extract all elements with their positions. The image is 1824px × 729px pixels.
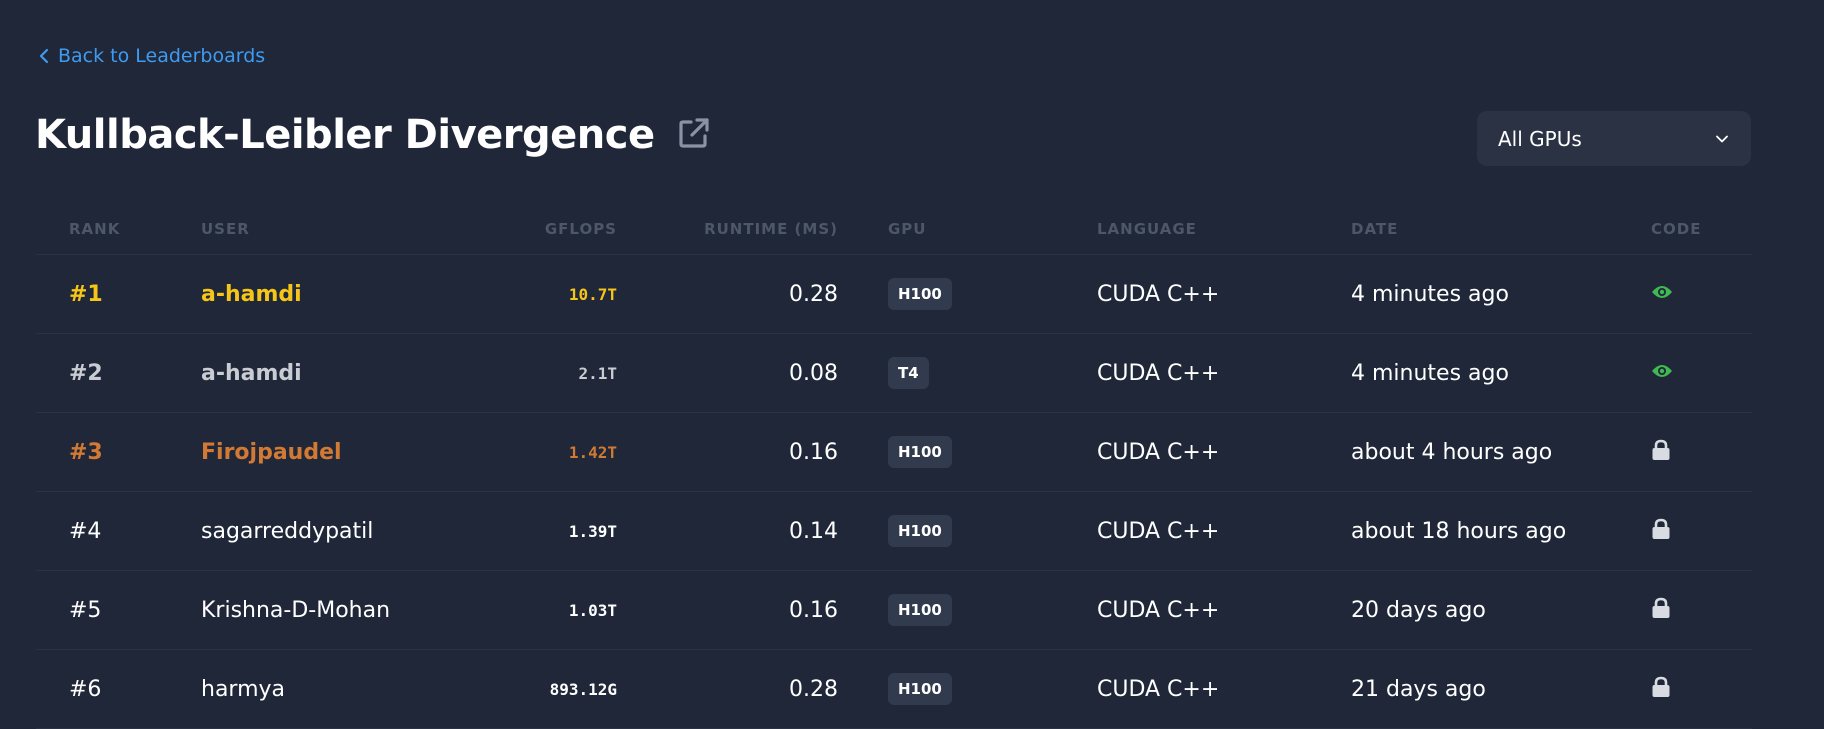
lock-icon [1651,597,1671,623]
gpu-filter-value: All GPUs [1498,126,1582,151]
leaderboard-table: RANK USER GFLOPS RUNTIME (MS) GPU LANGUA… [36,204,1752,729]
gpu-badge: H100 [888,515,952,547]
language-value: CUDA C++ [1097,281,1220,307]
user-link[interactable]: Firojpaudel [201,440,342,465]
gpu-badge: T4 [888,357,929,389]
gflops-value: 1.42T [568,442,617,462]
gflops-value: 10.7T [568,284,617,304]
rank-value: #5 [69,597,102,623]
gflops-value: 1.03T [568,600,617,620]
table-row[interactable]: #4 sagarreddypatil 1.39T 0.14 H100 CUDA … [36,492,1752,571]
chevron-down-icon [1715,134,1729,144]
table-row[interactable]: #2 a-hamdi 2.1T 0.08 T4 CUDA C++ 4 minut… [36,334,1752,413]
rank-value: #2 [69,360,103,386]
user-link[interactable]: harmya [201,677,285,702]
column-header-rank[interactable]: RANK [69,204,120,254]
date-value: 21 days ago [1351,676,1486,702]
gpu-filter-select[interactable]: All GPUs [1477,111,1751,166]
runtime-value: 0.16 [789,597,838,623]
column-header-gflops[interactable]: GFLOPS [545,204,617,254]
column-header-date[interactable]: DATE [1351,204,1398,254]
lock-icon [1651,439,1671,465]
gflops-value: 2.1T [578,363,617,383]
table-row[interactable]: #1 a-hamdi 10.7T 0.28 H100 CUDA C++ 4 mi… [36,255,1752,334]
column-header-runtime[interactable]: RUNTIME (MS) [704,204,838,254]
back-link-label: Back to Leaderboards [58,45,266,67]
language-value: CUDA C++ [1097,597,1220,623]
gflops-value: 893.12G [549,679,617,699]
user-link[interactable]: a-hamdi [201,361,302,386]
user-link[interactable]: sagarreddypatil [201,519,373,544]
leaderboard-page: Back to Leaderboards Kullback-Leibler Di… [0,0,1824,729]
rank-value: #6 [69,676,102,702]
language-value: CUDA C++ [1097,439,1220,465]
date-value: about 18 hours ago [1351,518,1567,544]
rank-value: #1 [69,281,103,307]
rank-value: #3 [69,439,103,465]
language-value: CUDA C++ [1097,676,1220,702]
date-value: 4 minutes ago [1351,281,1509,307]
runtime-value: 0.16 [789,439,838,465]
runtime-value: 0.08 [789,360,838,386]
table-row[interactable]: #6 harmya 893.12G 0.28 H100 CUDA C++ 21 … [36,650,1752,729]
date-value: 4 minutes ago [1351,360,1509,386]
table-row[interactable]: #5 Krishna-D-Mohan 1.03T 0.16 H100 CUDA … [36,571,1752,650]
gflops-value: 1.39T [568,521,617,541]
gpu-badge: H100 [888,436,952,468]
language-value: CUDA C++ [1097,360,1220,386]
gpu-badge: H100 [888,594,952,626]
table-header: RANK USER GFLOPS RUNTIME (MS) GPU LANGUA… [36,204,1752,255]
user-link[interactable]: a-hamdi [201,282,302,307]
lock-icon [1651,518,1671,544]
back-to-leaderboards-link[interactable]: Back to Leaderboards [39,45,265,67]
column-header-gpu[interactable]: GPU [888,204,927,254]
lock-icon [1651,676,1671,702]
date-value: about 4 hours ago [1351,439,1553,465]
gpu-badge: H100 [888,278,952,310]
page-title: Kullback-Leibler Divergence [35,112,655,158]
title-row: Kullback-Leibler Divergence [35,112,711,158]
eye-icon[interactable] [1651,284,1673,304]
runtime-value: 0.28 [789,676,838,702]
runtime-value: 0.28 [789,281,838,307]
user-link[interactable]: Krishna-D-Mohan [201,598,390,623]
eye-icon[interactable] [1651,363,1673,383]
language-value: CUDA C++ [1097,518,1220,544]
chevron-left-icon [39,48,49,64]
column-header-code: CODE [1651,220,1702,238]
table-row[interactable]: #3 Firojpaudel 1.42T 0.16 H100 CUDA C++ … [36,413,1752,492]
runtime-value: 0.14 [789,518,838,544]
gpu-badge: H100 [888,673,952,705]
external-link-icon[interactable] [677,116,711,154]
date-value: 20 days ago [1351,597,1486,623]
column-header-language[interactable]: LANGUAGE [1097,204,1197,254]
rank-value: #4 [69,518,102,544]
column-header-user[interactable]: USER [201,204,250,254]
